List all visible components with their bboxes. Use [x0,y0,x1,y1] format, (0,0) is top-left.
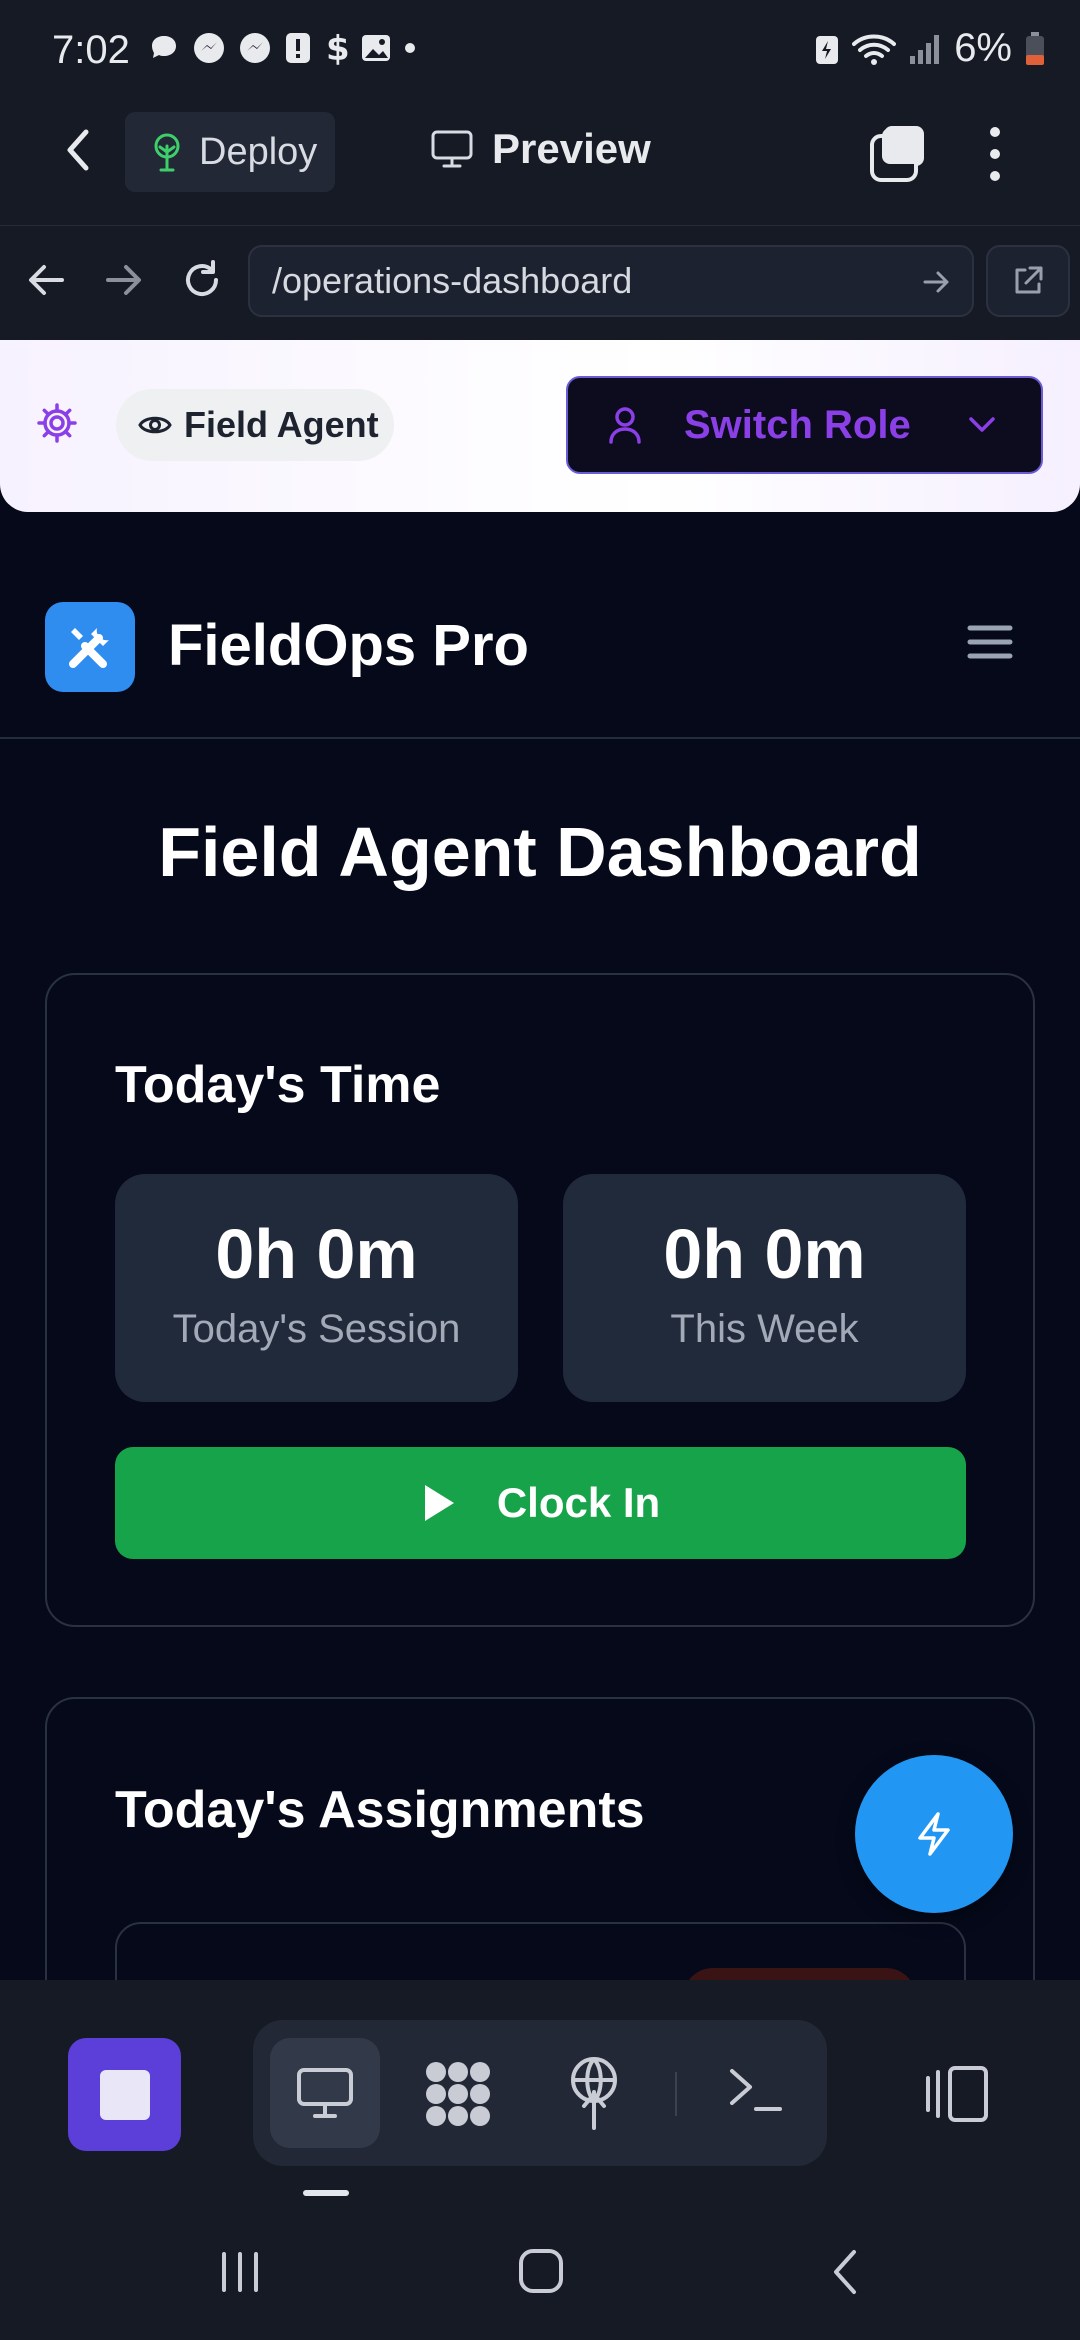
current-role-chip: Field Agent [116,389,394,461]
role-settings-button[interactable] [36,402,78,444]
open-external-button[interactable] [986,245,1070,317]
tabs-icon [870,126,924,182]
url-text: /operations-dashboard [272,260,633,301]
arrow-left-icon [29,265,64,295]
toolbar-divider [675,2072,677,2116]
terminal-tool-button[interactable] [728,2065,782,2113]
battery-saver-icon [816,35,839,64]
tabs-button[interactable] [868,124,928,182]
preview-tab[interactable]: Preview [430,125,651,173]
stat-value: 0h 0m [215,1214,418,1293]
this-week-stat: 0h 0m This Week [563,1174,966,1402]
active-tool-indicator [303,2190,349,2196]
signal-icon [910,34,940,64]
recent-apps-icon [222,2252,258,2292]
grid-blobs-icon [426,2062,490,2126]
preview-label: Preview [492,125,651,172]
go-arrow-icon[interactable] [922,267,952,297]
stop-button[interactable] [68,2038,181,2151]
integrations-tool-button[interactable] [422,2058,494,2130]
switch-role-label: Switch Role [684,402,911,447]
quick-action-button[interactable] [855,1755,1013,1913]
chat-bubble-icon [152,36,176,58]
deploy-tool-button[interactable] [566,2056,622,2132]
play-icon [424,1485,454,1521]
clock-in-label: Clock In [496,1479,661,1526]
time-card-title: Today's Time [115,1056,441,1114]
preview-tool-button[interactable] [270,2038,380,2148]
messenger-icon [194,33,224,63]
home-icon [519,2249,563,2293]
external-link-icon [1015,266,1043,294]
stat-label: Today's Session [172,1306,461,1351]
arrow-right-icon [106,265,141,295]
back-button[interactable] [58,128,102,172]
layout-tool-button[interactable] [922,2064,992,2124]
chevron-left-icon [834,2250,856,2294]
browser-back-button[interactable] [26,262,66,298]
battery-icon [1026,31,1044,65]
terminal-icon [730,2069,782,2111]
app-logo [45,602,135,692]
header-divider [0,737,1080,739]
recent-apps-button[interactable] [218,2250,262,2294]
battery-percent: 6% [954,26,1012,70]
browser-forward-button[interactable] [104,262,144,298]
status-time: 7:02 [52,28,130,72]
dot-icon [405,43,415,53]
user-icon [609,407,641,444]
hamburger-icon [967,625,1013,659]
deploy-label: Deploy [199,130,318,173]
alert-icon [286,33,310,63]
chevron-left-icon [67,129,89,171]
url-input[interactable]: /operations-dashboard [248,245,974,317]
split-view-icon [926,2066,988,2122]
today-session-stat: 0h 0m Today's Session [115,1174,518,1402]
notification-icons: $ [148,30,416,66]
wifi-icon [852,34,897,65]
deploy-button[interactable]: Deploy [125,112,335,192]
clock-in-button[interactable]: Clock In [115,1447,966,1559]
lightning-icon [918,1812,950,1856]
assignments-title: Today's Assignments [115,1781,645,1839]
app-name: FieldOps Pro [168,613,529,678]
system-back-button[interactable] [830,2248,860,2296]
image-icon [362,35,390,61]
stat-value: 0h 0m [663,1214,866,1293]
svg-text:$: $ [326,30,348,66]
system-status-icons: 6% [814,26,1046,71]
sprout-icon [154,133,180,172]
dollar-icon: $ [326,30,348,66]
globe-deploy-icon [571,2057,617,2130]
tools-icon [69,628,109,668]
reload-icon [186,260,218,296]
more-options-button[interactable] [980,124,1010,184]
stop-icon [99,2069,150,2120]
home-button[interactable] [518,2248,564,2294]
eye-icon [138,416,172,434]
messenger-icon-2 [240,33,270,63]
current-role-label: Field Agent [184,404,379,445]
monitor-icon [431,130,473,168]
reload-button[interactable] [180,258,224,302]
gear-icon [37,403,77,443]
chevron-down-icon [968,417,995,432]
monitor-icon [297,2068,353,2118]
switch-role-button[interactable]: Switch Role [566,376,1043,474]
stat-label: This Week [670,1306,859,1351]
menu-button[interactable] [966,622,1014,662]
page-title: Field Agent Dashboard [158,813,922,891]
more-vertical-icon [990,127,1000,181]
